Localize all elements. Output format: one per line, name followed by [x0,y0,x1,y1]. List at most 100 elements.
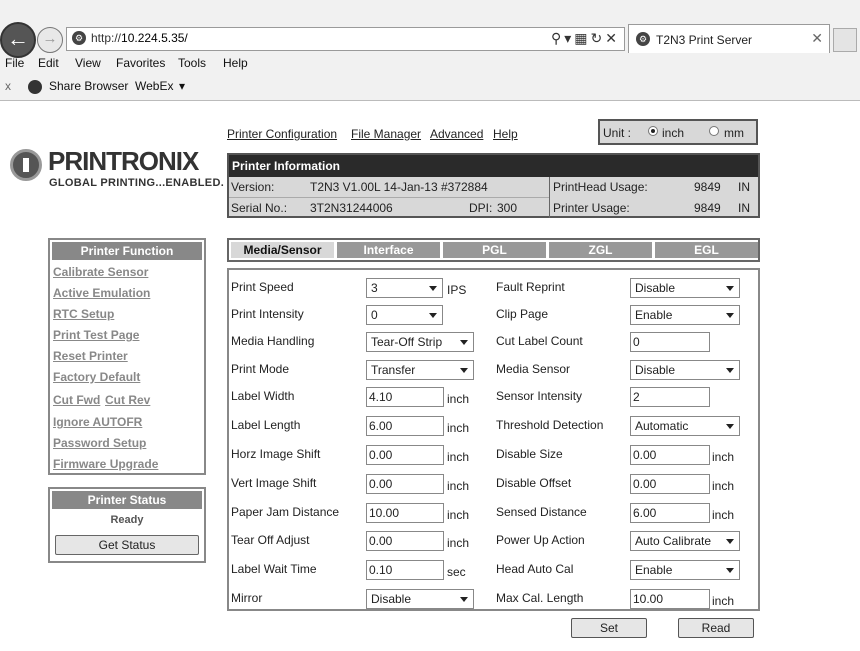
clip-page-select[interactable]: Enable [630,305,740,325]
horz-image-shift-unit: inch [447,450,470,464]
disable-offset-input[interactable]: 0.00 [630,474,710,494]
unit-inch-radio[interactable] [648,126,658,136]
sensor-intensity-input[interactable]: 2 [630,387,710,407]
version-label: Version: [231,180,275,194]
max-cal-length-input[interactable]: 10.00 [630,589,710,609]
horz-image-shift-input[interactable]: 0.00 [366,445,444,465]
media-handling-select[interactable]: Tear-Off Strip [366,332,474,352]
paper-jam-distance-input[interactable]: 10.00 [366,503,444,523]
nav-advanced[interactable]: Advanced [430,127,483,141]
nav-help[interactable]: Help [493,127,518,141]
print-speed-select[interactable]: 3 [366,278,443,298]
nav-file-manager[interactable]: File Manager [351,127,421,141]
stop-icon[interactable]: ✕ [605,30,620,46]
printhead-usage-unit: IN [738,180,750,194]
tab-media-sensor[interactable]: Media/Sensor [231,242,334,258]
sensed-distance-input[interactable]: 6.00 [630,503,710,523]
close-icon[interactable]: x [5,79,11,93]
password-setup-link[interactable]: Password Setup [53,436,146,450]
reset-printer-link[interactable]: Reset Printer [53,349,128,363]
label-length-input[interactable]: 6.00 [366,416,444,436]
vert-image-shift-input[interactable]: 0.00 [366,474,444,494]
vert-image-shift-unit: inch [447,479,470,493]
firmware-upgrade-link[interactable]: Firmware Upgrade [53,457,158,471]
webex-dropdown-icon[interactable]: ▾ [179,79,185,93]
logo-tagline: GLOBAL PRINTING...ENABLED. [49,177,225,189]
set-button[interactable]: Set [571,618,647,638]
nav-printer-configuration[interactable]: Printer Configuration [227,127,337,141]
head-auto-cal-label: Head Auto Cal [496,562,574,576]
back-arrow-icon[interactable]: ← [0,22,36,58]
fault-reprint-select[interactable]: Disable [630,278,740,298]
disable-size-input[interactable]: 0.00 [630,445,710,465]
share-browser-button[interactable]: Share Browser [49,79,128,93]
label-length-unit: inch [447,421,470,435]
print-mode-label: Print Mode [231,362,290,376]
dropdown-icon[interactable]: ▾ [564,30,574,46]
media-sensor-select[interactable]: Disable [630,360,740,380]
printhead-usage-value: 9849 [694,180,721,194]
get-status-button[interactable]: Get Status [55,535,199,555]
read-button[interactable]: Read [678,618,754,638]
media-sensor-settings: Print Speed 3 IPS Print Intensity 0 Media Han… [227,268,760,611]
label-width-input[interactable]: 4.10 [366,387,444,407]
rtc-setup-link[interactable]: RTC Setup [53,307,114,321]
menu-favorites[interactable]: Favorites [116,56,165,70]
threshold-detection-select[interactable]: Automatic [630,416,740,436]
cut-rev-link[interactable]: Cut Rev [105,393,150,407]
head-auto-cal-select[interactable]: Enable [630,560,740,580]
cut-label-count-input[interactable]: 0 [630,332,710,352]
disable-size-label: Disable Size [496,447,563,461]
webex-button[interactable]: WebEx [135,79,173,93]
dpi-label: DPI: [469,201,493,215]
unit-label: Unit : [603,126,632,140]
disable-size-unit: inch [712,450,735,464]
refresh-icon[interactable]: ↻ [591,30,606,46]
factory-default-link[interactable]: Factory Default [53,370,140,384]
printer-usage-label: Printer Usage: [553,201,630,215]
address-url: http://10.224.5.35/ [91,31,188,45]
cut-fwd-link[interactable]: Cut Fwd [53,393,100,407]
active-emulation-link[interactable]: Active Emulation [53,286,150,300]
menu-tools[interactable]: Tools [178,56,206,70]
menu-view[interactable]: View [75,56,101,70]
menu-help[interactable]: Help [223,56,248,70]
unit-mm-radio[interactable] [709,126,719,136]
tab-pgl[interactable]: PGL [443,242,546,258]
print-mode-select[interactable]: Transfer [366,360,474,380]
menu-bar: File Edit View Favorites Tools Help [0,56,860,76]
tab-interface[interactable]: Interface [337,242,440,258]
print-test-page-link[interactable]: Print Test Page [53,328,139,342]
logo-name: PRINTRONIX [48,146,199,176]
search-icon[interactable]: ⚲ [551,30,564,46]
compat-icon[interactable]: ▦ [574,30,590,46]
printer-usage-value: 9849 [694,201,721,215]
sensor-intensity-label: Sensor Intensity [496,389,583,403]
printer-information-title: Printer Information [229,155,758,177]
clip-page-label: Clip Page [496,307,549,321]
tab-close-icon[interactable]: ✕ [811,30,823,47]
tear-off-adjust-input[interactable]: 0.00 [366,531,444,551]
label-wait-time-input[interactable]: 0.10 [366,560,444,580]
printer-status-value: Ready [110,514,144,526]
calibrate-sensor-link[interactable]: Calibrate Sensor [53,265,148,279]
power-up-action-select[interactable]: Auto Calibrate [630,531,740,551]
forward-arrow-icon[interactable]: → [37,27,63,53]
favorites-bar: x Share Browser WebEx ▾ [0,77,860,97]
address-tools[interactable]: ⚲▾▦↻✕ [551,30,620,47]
label-wait-time-unit: sec [447,565,466,579]
ignore-autofr-link[interactable]: Ignore AUTOFR [53,415,142,429]
print-intensity-select[interactable]: 0 [366,305,443,325]
new-tab-button[interactable] [833,28,857,52]
tab-zgl[interactable]: ZGL [549,242,652,258]
menu-file[interactable]: File [5,56,24,70]
paper-jam-distance-label: Paper Jam Distance [231,505,340,519]
address-bar[interactable]: ⚙ http://10.224.5.35/ ⚲▾▦↻✕ [66,27,625,51]
version-value: T2N3 V1.00L 14-Jan-13 #372884 [310,180,488,194]
menu-edit[interactable]: Edit [38,56,59,70]
mirror-select[interactable]: Disable [366,589,474,609]
tab-egl[interactable]: EGL [655,242,758,258]
max-cal-length-label: Max Cal. Length [496,591,584,605]
browser-tab[interactable]: ⚙ T2N3 Print Server ✕ [628,24,830,53]
threshold-detection-label: Threshold Detection [496,418,604,432]
